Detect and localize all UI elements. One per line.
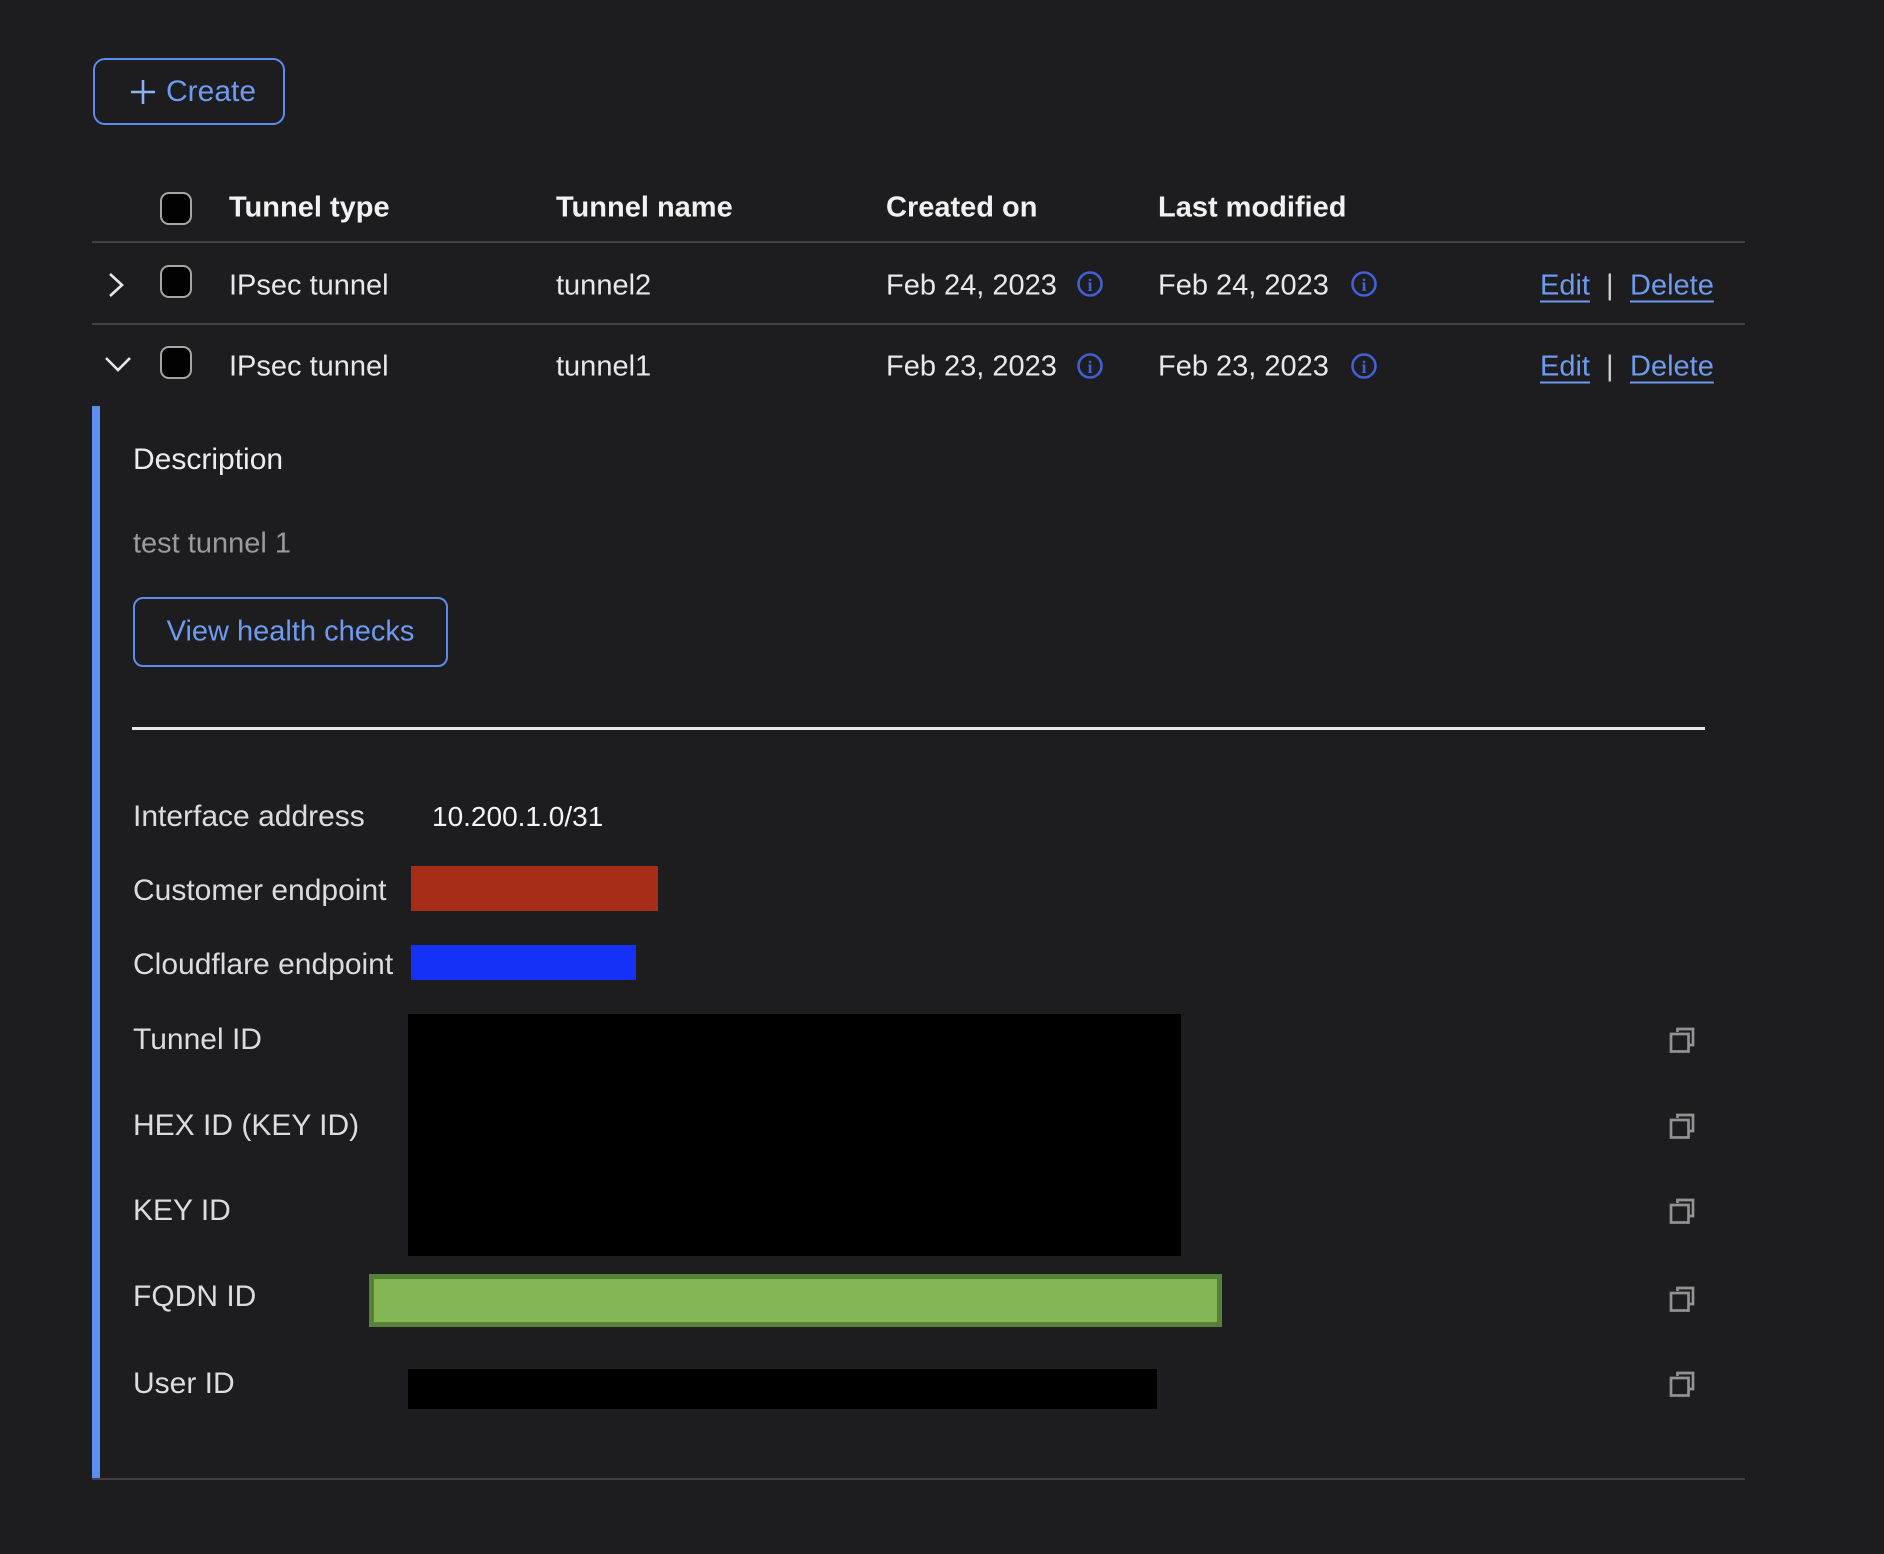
- svg-text:i: i: [1361, 275, 1366, 295]
- svg-text:i: i: [1087, 275, 1092, 295]
- svg-text:i: i: [1087, 357, 1092, 377]
- svg-text:i: i: [1361, 357, 1366, 377]
